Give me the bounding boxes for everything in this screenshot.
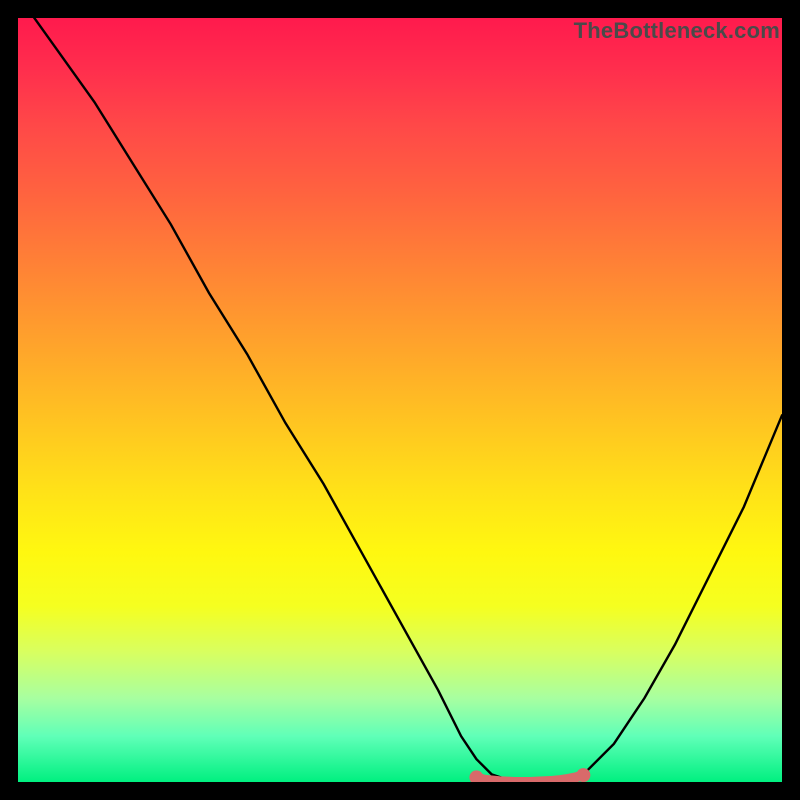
marker-dot-right (576, 768, 590, 782)
bottleneck-curve (18, 18, 782, 782)
watermark-text: TheBottleneck.com (574, 18, 780, 44)
chart-frame: TheBottleneck.com (18, 18, 782, 782)
marker-dot-left (469, 770, 483, 782)
chart-svg (18, 18, 782, 782)
flat-marker-line (476, 775, 583, 782)
